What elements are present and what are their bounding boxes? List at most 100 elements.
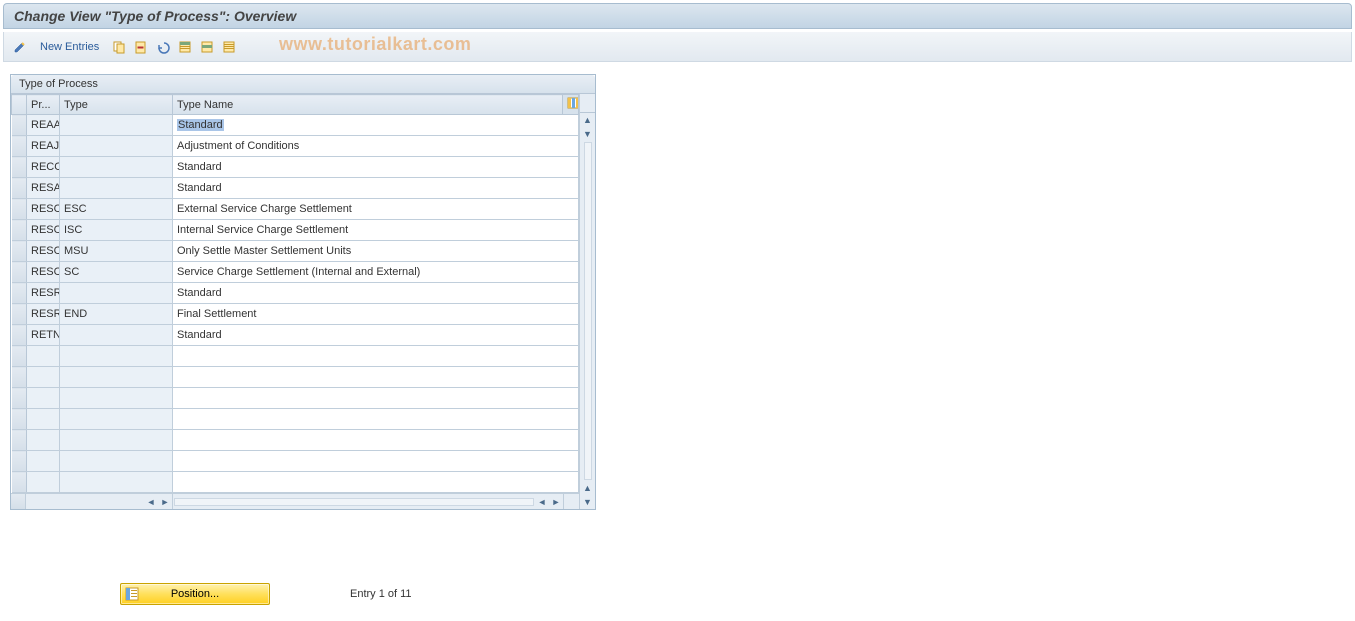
undo-change-button[interactable] [153,37,173,57]
hscroll-left-fixed-icon[interactable]: ◄ [144,495,158,509]
cell-type-name[interactable] [173,451,579,472]
cell-type-name[interactable] [173,346,579,367]
titlebar: Change View "Type of Process": Overview [3,3,1352,29]
column-header-type-name[interactable]: Type Name [173,95,563,115]
cell-type-name[interactable]: Standard [173,283,579,304]
select-all-button[interactable] [175,37,195,57]
table-row: RESCESCExternal Service Charge Settlemen… [12,199,579,220]
process-type-table-panel: Type of Process Pr... Type Type Name REA… [10,74,596,510]
cell-type: SC [60,262,173,283]
cell-type-name[interactable]: Standard [173,115,579,136]
cell-type-name[interactable]: Standard [173,325,579,346]
vscroll-down-icon[interactable]: ▼ [581,495,595,509]
hscroll-right-fixed-icon[interactable]: ► [158,495,172,509]
row-selector[interactable] [12,325,27,346]
vscroll-up-bottom-icon[interactable]: ▲ [581,481,595,495]
copy-as-button[interactable] [109,37,129,57]
row-selector[interactable] [12,283,27,304]
row-selector[interactable] [12,409,27,430]
column-configure-button[interactable] [563,95,579,115]
vertical-scrollbar[interactable]: ▲ ▼ ▲ ▼ [579,94,595,509]
cell-type-name[interactable]: Adjustment of Conditions [173,136,579,157]
column-header-process[interactable]: Pr... [27,95,60,115]
cell-process [27,367,60,388]
row-selector[interactable] [12,430,27,451]
row-selector[interactable] [12,304,27,325]
cell-process: REAJ [27,136,60,157]
delete-button[interactable] [131,37,151,57]
position-button-label: Position... [171,588,219,600]
select-block-button[interactable] [197,37,217,57]
row-selector[interactable] [12,388,27,409]
row-selector[interactable] [12,199,27,220]
cell-type [60,157,173,178]
cell-type [60,115,173,136]
new-entries-button[interactable]: New Entries [32,41,107,53]
column-row-selector[interactable] [12,95,27,115]
row-selector[interactable] [12,136,27,157]
position-button[interactable]: Position... [120,583,270,605]
cell-process [27,346,60,367]
cell-type-name[interactable] [173,472,579,493]
watermark: www.tutorialkart.com [279,34,471,55]
hscroll-left-icon[interactable]: ◄ [535,495,549,509]
cell-type: MSU [60,241,173,262]
panel-title: Type of Process [11,75,595,94]
cell-process: REAA [27,115,60,136]
table-row: REAA Standard [12,115,579,136]
row-selector[interactable] [12,346,27,367]
cell-type [60,283,173,304]
table-row [12,346,579,367]
cell-type: ISC [60,220,173,241]
table-row [12,409,579,430]
row-selector[interactable] [12,220,27,241]
row-selector[interactable] [12,157,27,178]
vscroll-down-top-icon[interactable]: ▼ [581,127,595,141]
footer: Position... Entry 1 of 11 [0,575,1355,621]
row-selector[interactable] [12,472,27,493]
row-selector[interactable] [12,262,27,283]
cell-type-name[interactable] [173,409,579,430]
cell-type-name[interactable]: Final Settlement [173,304,579,325]
cell-type [60,136,173,157]
cell-process: RETN [27,325,60,346]
cell-type-name[interactable]: Only Settle Master Settlement Units [173,241,579,262]
cell-process [27,430,60,451]
horizontal-scrollbar[interactable]: ◄ ► ◄ ► [11,493,579,509]
table-row [12,430,579,451]
cell-process [27,409,60,430]
cell-type-name[interactable] [173,430,579,451]
cell-type-name[interactable]: Service Charge Settlement (Internal and … [173,262,579,283]
cell-type-name[interactable]: Standard [173,157,579,178]
cell-type [60,367,173,388]
column-header-type[interactable]: Type [60,95,173,115]
cell-type: END [60,304,173,325]
cell-type [60,325,173,346]
deselect-all-button[interactable] [219,37,239,57]
vscroll-up-icon[interactable]: ▲ [581,113,595,127]
cell-type-name[interactable]: Internal Service Charge Settlement [173,220,579,241]
cell-type: ESC [60,199,173,220]
cell-type [60,472,173,493]
titlebar-text: Change View "Type of Process": Overview [14,8,296,24]
cell-type-name[interactable]: Standard [173,178,579,199]
cell-type-name[interactable] [173,367,579,388]
table-row: RESCMSUOnly Settle Master Settlement Uni… [12,241,579,262]
table-row: RESAStandard [12,178,579,199]
row-selector[interactable] [12,367,27,388]
row-selector[interactable] [12,451,27,472]
cell-process: RESC [27,262,60,283]
row-selector[interactable] [12,178,27,199]
row-selector[interactable] [12,115,27,136]
cell-type-name[interactable]: External Service Charge Settlement [173,199,579,220]
toolbar: New Entries www.tutorialkart.com [3,32,1352,62]
table-row [12,367,579,388]
cell-type [60,409,173,430]
cell-type-name[interactable] [173,388,579,409]
toggle-change-mode-button[interactable] [10,37,30,57]
row-selector[interactable] [12,241,27,262]
cell-type [60,430,173,451]
table-row [12,388,579,409]
cell-process: RESR [27,283,60,304]
hscroll-right-icon[interactable]: ► [549,495,563,509]
